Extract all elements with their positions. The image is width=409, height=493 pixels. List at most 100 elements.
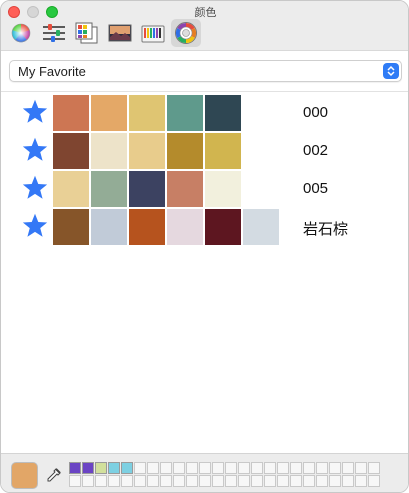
saved-swatch[interactable]: [303, 475, 315, 487]
tab-palette-wheel[interactable]: [171, 19, 201, 47]
saved-swatch[interactable]: [225, 462, 237, 474]
eyedropper-icon: [47, 468, 61, 482]
color-swatch[interactable]: [91, 95, 127, 131]
color-swatch[interactable]: [167, 133, 203, 169]
saved-swatch[interactable]: [108, 462, 120, 474]
saved-swatch[interactable]: [251, 462, 263, 474]
saved-swatch[interactable]: [316, 462, 328, 474]
color-swatch[interactable]: [129, 209, 165, 245]
palette-swatches: [53, 171, 241, 207]
color-swatch[interactable]: [205, 171, 241, 207]
saved-swatch[interactable]: [342, 475, 354, 487]
palette-row[interactable]: 岩石棕: [1, 209, 408, 247]
saved-swatch[interactable]: [329, 462, 341, 474]
saved-swatch[interactable]: [264, 462, 276, 474]
palette-name: 000: [303, 104, 329, 121]
tab-pencils[interactable]: [138, 19, 168, 47]
bottom-bar: [1, 453, 408, 492]
palette-selector[interactable]: My Favorite: [9, 60, 402, 82]
palette-row[interactable]: 000: [1, 95, 408, 133]
saved-swatch[interactable]: [277, 462, 289, 474]
tab-color-sliders[interactable]: [39, 19, 69, 47]
tab-color-palettes[interactable]: [72, 19, 102, 47]
saved-swatch[interactable]: [355, 462, 367, 474]
color-swatch[interactable]: [167, 95, 203, 131]
saved-swatch[interactable]: [290, 475, 302, 487]
palette-swatches: [53, 209, 279, 245]
color-swatch[interactable]: [129, 171, 165, 207]
pencils-icon: [141, 25, 165, 43]
color-swatch[interactable]: [129, 133, 165, 169]
saved-swatch[interactable]: [290, 462, 302, 474]
saved-swatch[interactable]: [173, 475, 185, 487]
color-swatch[interactable]: [91, 209, 127, 245]
color-swatch[interactable]: [53, 95, 89, 131]
saved-swatch[interactable]: [108, 475, 120, 487]
palette-row[interactable]: 002: [1, 133, 408, 171]
saved-swatch[interactable]: [368, 475, 380, 487]
saved-swatch[interactable]: [95, 462, 107, 474]
saved-swatch[interactable]: [329, 475, 341, 487]
color-swatch[interactable]: [91, 133, 127, 169]
title-bar: 颜色: [1, 1, 408, 51]
color-swatch[interactable]: [205, 209, 241, 245]
color-swatch[interactable]: [53, 209, 89, 245]
saved-swatch[interactable]: [199, 462, 211, 474]
saved-swatch[interactable]: [277, 475, 289, 487]
saved-swatch[interactable]: [264, 475, 276, 487]
eyedropper-button[interactable]: [46, 467, 62, 483]
color-swatch[interactable]: [167, 171, 203, 207]
color-swatch[interactable]: [129, 95, 165, 131]
saved-swatch[interactable]: [186, 475, 198, 487]
color-swatch[interactable]: [205, 95, 241, 131]
saved-swatch[interactable]: [69, 462, 81, 474]
palette-name: 002: [303, 142, 329, 159]
saved-swatch-grid: [69, 462, 380, 487]
saved-swatch[interactable]: [134, 475, 146, 487]
saved-swatch[interactable]: [134, 462, 146, 474]
current-color-well[interactable]: [11, 462, 38, 489]
saved-swatch[interactable]: [147, 462, 159, 474]
star-icon: [22, 137, 48, 161]
color-sliders-icon: [43, 24, 65, 42]
saved-swatch[interactable]: [342, 462, 354, 474]
saved-swatch[interactable]: [82, 462, 94, 474]
saved-swatch[interactable]: [82, 475, 94, 487]
tab-image-palettes[interactable]: [105, 19, 135, 47]
saved-swatch[interactable]: [121, 475, 133, 487]
color-swatch[interactable]: [205, 133, 241, 169]
saved-swatch[interactable]: [238, 462, 250, 474]
saved-swatch[interactable]: [173, 462, 185, 474]
image-palettes-icon: [108, 24, 132, 42]
saved-swatch[interactable]: [147, 475, 159, 487]
saved-swatch[interactable]: [212, 475, 224, 487]
saved-swatch[interactable]: [95, 475, 107, 487]
toolbar: [6, 19, 201, 47]
color-swatch[interactable]: [53, 171, 89, 207]
palette-row[interactable]: 005: [1, 171, 408, 209]
saved-swatch[interactable]: [355, 475, 367, 487]
saved-swatch[interactable]: [199, 475, 211, 487]
saved-swatch[interactable]: [368, 462, 380, 474]
saved-swatch[interactable]: [160, 475, 172, 487]
color-panel-window: 颜色 My Favorite 000 002 005 岩石棕: [0, 0, 409, 493]
color-swatch[interactable]: [243, 209, 279, 245]
palette-selector-value: My Favorite: [18, 64, 86, 79]
palette-wheel-icon: [175, 22, 197, 44]
star-icon: [22, 175, 48, 199]
saved-swatch[interactable]: [160, 462, 172, 474]
saved-swatch[interactable]: [303, 462, 315, 474]
tab-color-wheel[interactable]: [6, 19, 36, 47]
saved-swatch[interactable]: [186, 462, 198, 474]
color-palettes-icon: [75, 22, 98, 44]
color-swatch[interactable]: [53, 133, 89, 169]
saved-swatch[interactable]: [251, 475, 263, 487]
saved-swatch[interactable]: [212, 462, 224, 474]
color-swatch[interactable]: [91, 171, 127, 207]
saved-swatch[interactable]: [238, 475, 250, 487]
saved-swatch[interactable]: [316, 475, 328, 487]
saved-swatch[interactable]: [69, 475, 81, 487]
saved-swatch[interactable]: [225, 475, 237, 487]
color-swatch[interactable]: [167, 209, 203, 245]
saved-swatch[interactable]: [121, 462, 133, 474]
